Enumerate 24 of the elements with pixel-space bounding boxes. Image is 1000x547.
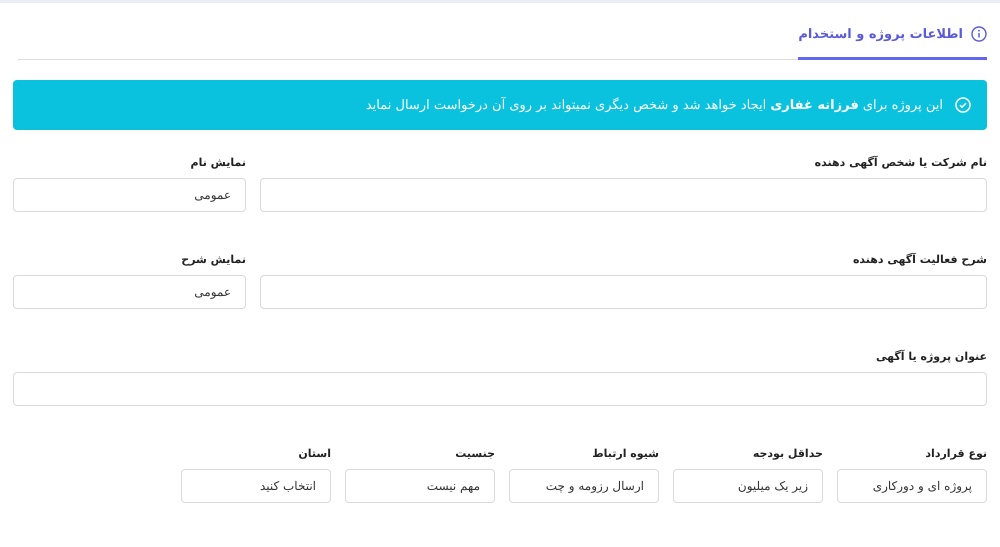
input-field[interactable] bbox=[13, 372, 987, 406]
tab[interactable]: اطلاعات پروژه و استخدام bbox=[798, 3, 987, 60]
alert-text: این پروژه برای فرزانه غفاری ایجاد خواهد شد و شخص دیگری نمیتواند بر روی آن درخواست ارسال نماید bbox=[366, 98, 943, 112]
field-label: استان bbox=[297, 447, 331, 461]
field-label: شیوه ارتباط bbox=[591, 447, 659, 461]
select-field[interactable]: انتخاب کنید bbox=[181, 469, 331, 503]
select-field[interactable]: ارسال رزومه و چت bbox=[509, 469, 659, 503]
field-label: عنوان پروژه یا آگهی bbox=[874, 350, 987, 364]
select-field[interactable]: مهم نیست bbox=[345, 469, 495, 503]
input-field[interactable] bbox=[260, 178, 987, 212]
field-label: نوع قرارداد bbox=[924, 447, 987, 461]
field-label: نمایش نام bbox=[190, 156, 246, 170]
field-label: نمایش شرح bbox=[180, 253, 246, 267]
check-circle-icon bbox=[955, 97, 971, 113]
select-field[interactable]: پروژه ای و دورکاری bbox=[837, 469, 987, 503]
select-field[interactable]: عمومی bbox=[13, 275, 246, 309]
field-label: حداقل بودجه bbox=[752, 447, 823, 461]
field-label: نام شرکت یا شخص آگهی دهنده bbox=[814, 156, 987, 170]
field-label: جنسیت bbox=[454, 447, 495, 461]
input-field[interactable] bbox=[260, 275, 987, 309]
field-label: شرح فعالیت آگهی دهنده bbox=[852, 253, 987, 267]
select-field[interactable]: زیر یک میلیون bbox=[673, 469, 823, 503]
select-field[interactable]: عمومی bbox=[13, 178, 246, 212]
info-icon bbox=[971, 26, 987, 42]
